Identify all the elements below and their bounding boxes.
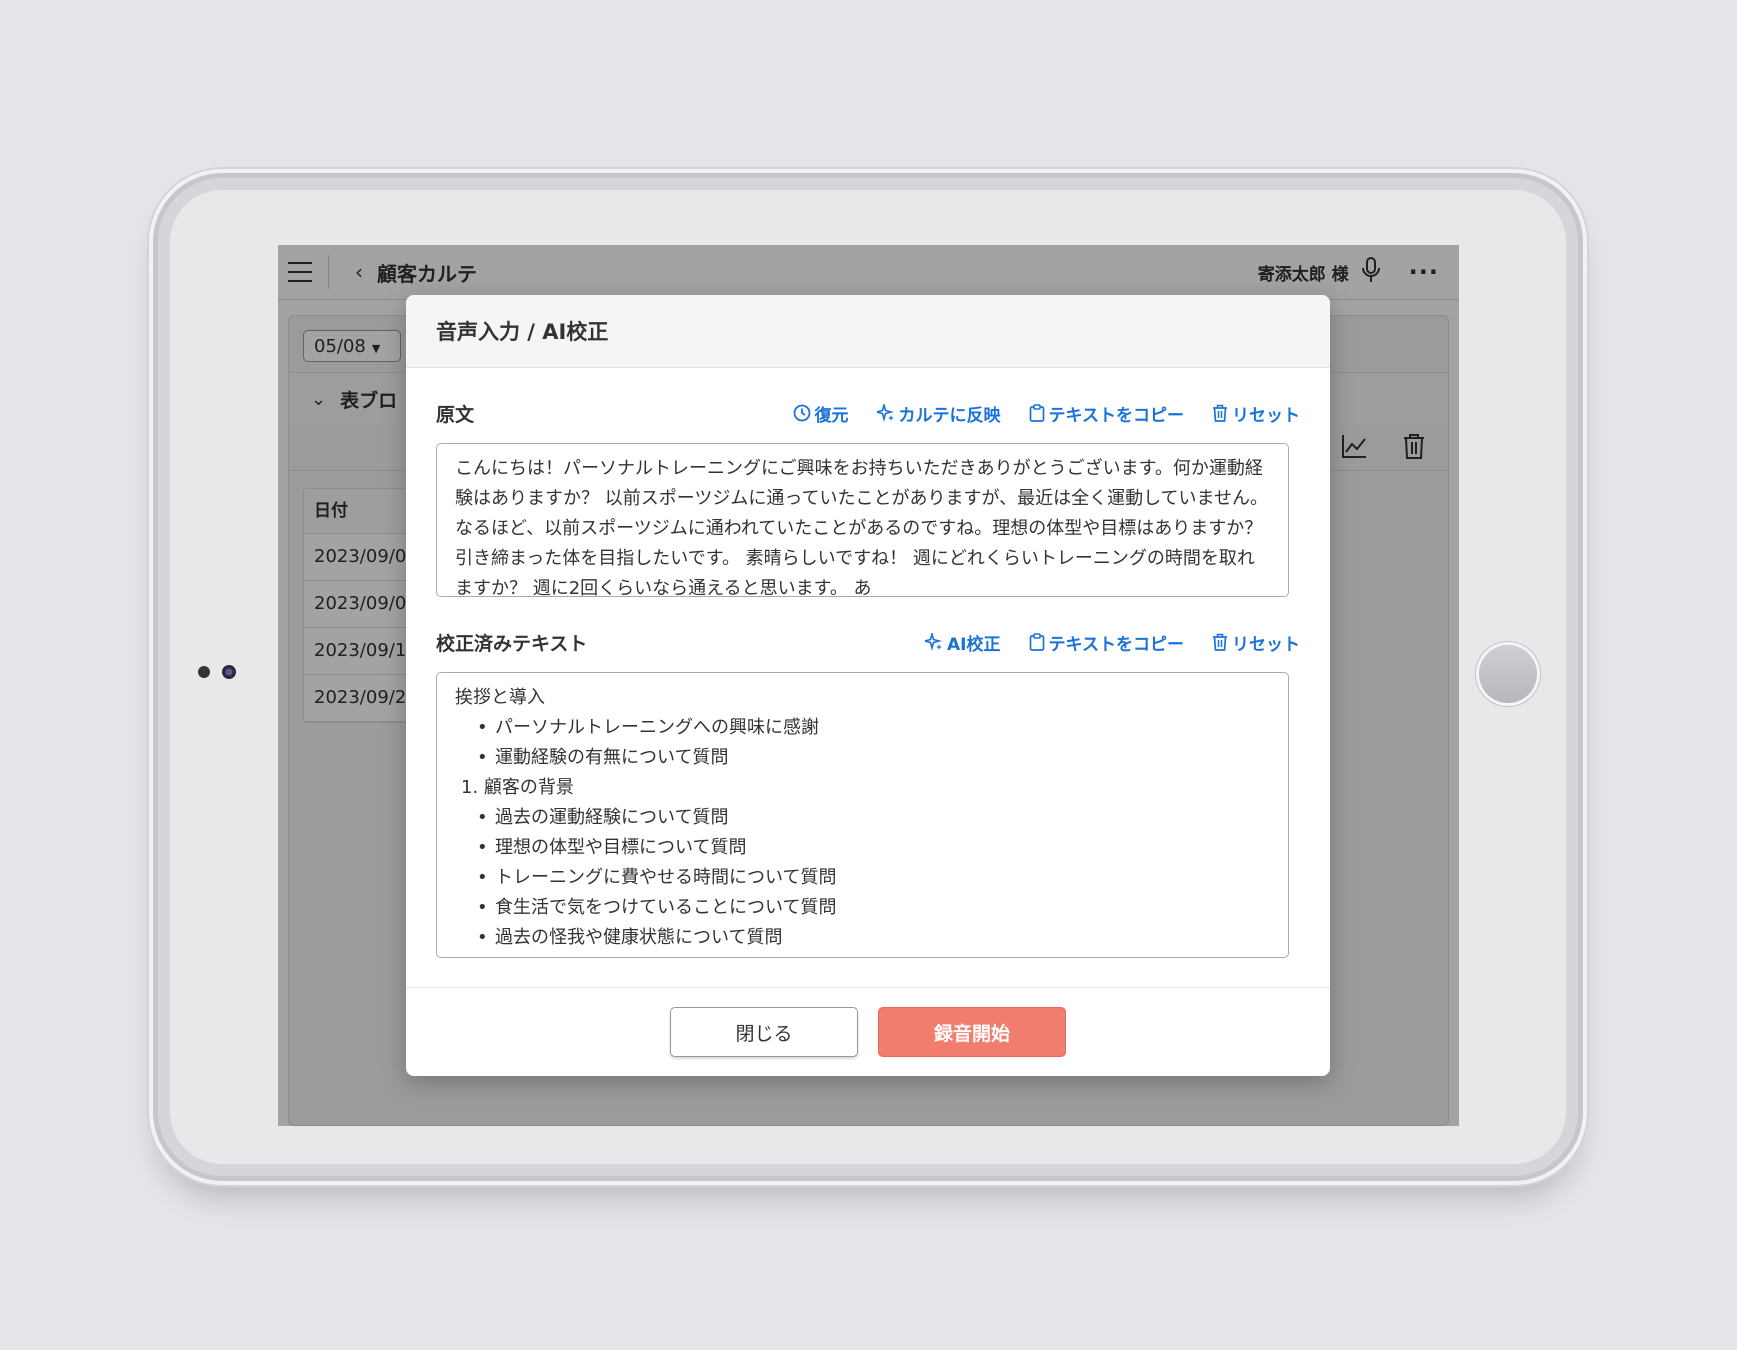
section-number: 1. xyxy=(461,777,479,798)
voice-input-modal: 音声入力 / AI校正 原文 復元 カルテに反映 テキストをコピー リセット こ… xyxy=(406,295,1330,1076)
start-recording-button[interactable]: 録音開始 xyxy=(878,1007,1066,1057)
restore-label: 復元 xyxy=(814,405,849,426)
apply-to-chart-label: カルテに反映 xyxy=(898,405,1001,426)
list-item: 運動経験の有無について質問 xyxy=(455,743,1270,773)
camera-dot xyxy=(198,666,210,678)
clock-icon xyxy=(793,404,810,422)
reset-corrected-label: リセット xyxy=(1232,634,1300,655)
list-item: 食生活で気をつけていることについて質問 xyxy=(455,893,1270,923)
copy-original-button[interactable]: テキストをコピー xyxy=(1029,401,1185,426)
home-button[interactable] xyxy=(1479,645,1537,703)
modal-footer: 閉じる 録音開始 xyxy=(406,987,1330,1076)
apply-to-chart-button[interactable]: カルテに反映 xyxy=(876,401,1001,426)
copy-corrected-button[interactable]: テキストをコピー xyxy=(1029,630,1185,655)
corrected-text-label: 校正済みテキスト xyxy=(436,632,588,655)
clipboard-icon xyxy=(1029,633,1044,651)
clipboard-icon xyxy=(1029,404,1044,422)
camera-lens xyxy=(222,665,236,679)
reset-original-label: リセット xyxy=(1232,405,1300,426)
copy-corrected-label: テキストをコピー xyxy=(1048,634,1185,655)
trash-icon xyxy=(1213,404,1227,422)
section-title: 顧客の背景 xyxy=(483,777,574,798)
corrected-heading: 挨拶と導入 xyxy=(455,687,545,708)
screen: ‹ 顧客カルテ 寄添太郎 様 ··· 05/08 ▼ ⌄ 表ブロ 日付 2023/… xyxy=(278,245,1459,1126)
restore-button[interactable]: 復元 xyxy=(793,401,849,426)
list-item: トレーニングに費やせる時間について質問 xyxy=(455,863,1270,893)
original-text-header: 原文 復元 カルテに反映 テキストをコピー リセット xyxy=(436,398,1300,428)
list-item: パーソナルトレーニングへの興味に感謝 xyxy=(455,713,1270,743)
ai-correct-label: AI校正 xyxy=(947,634,1001,655)
list-item: 過去の怪我や健康状態について質問 xyxy=(455,923,1270,953)
sparkle-icon xyxy=(876,404,894,422)
close-button[interactable]: 閉じる xyxy=(670,1007,858,1057)
modal-header: 音声入力 / AI校正 xyxy=(406,295,1330,368)
sparkle-icon xyxy=(925,633,943,651)
modal-title: 音声入力 / AI校正 xyxy=(436,320,609,344)
corrected-textarea[interactable]: 挨拶と導入 パーソナルトレーニングへの興味に感謝 運動経験の有無について質問 1… xyxy=(436,672,1289,958)
list-item: 理想の体型や目標について質問 xyxy=(455,833,1270,863)
corrected-text-header: 校正済みテキスト AI校正 テキストをコピー リセット xyxy=(436,627,1300,657)
reset-original-button[interactable]: リセット xyxy=(1212,401,1300,426)
original-text-label: 原文 xyxy=(436,403,475,426)
ai-correct-button[interactable]: AI校正 xyxy=(925,630,1001,655)
numbered-section: 1. 顧客の背景 xyxy=(455,773,1270,803)
trash-icon xyxy=(1213,633,1227,651)
copy-original-label: テキストをコピー xyxy=(1048,405,1185,426)
list-item: 過去の運動経験について質問 xyxy=(455,803,1270,833)
reset-corrected-button[interactable]: リセット xyxy=(1212,630,1300,655)
original-text: こんにちは！パーソナルトレーニングにご興味をお持ちいただきありがとうございます。… xyxy=(455,458,1269,597)
original-textarea[interactable]: こんにちは！パーソナルトレーニングにご興味をお持ちいただきありがとうございます。… xyxy=(436,443,1289,597)
